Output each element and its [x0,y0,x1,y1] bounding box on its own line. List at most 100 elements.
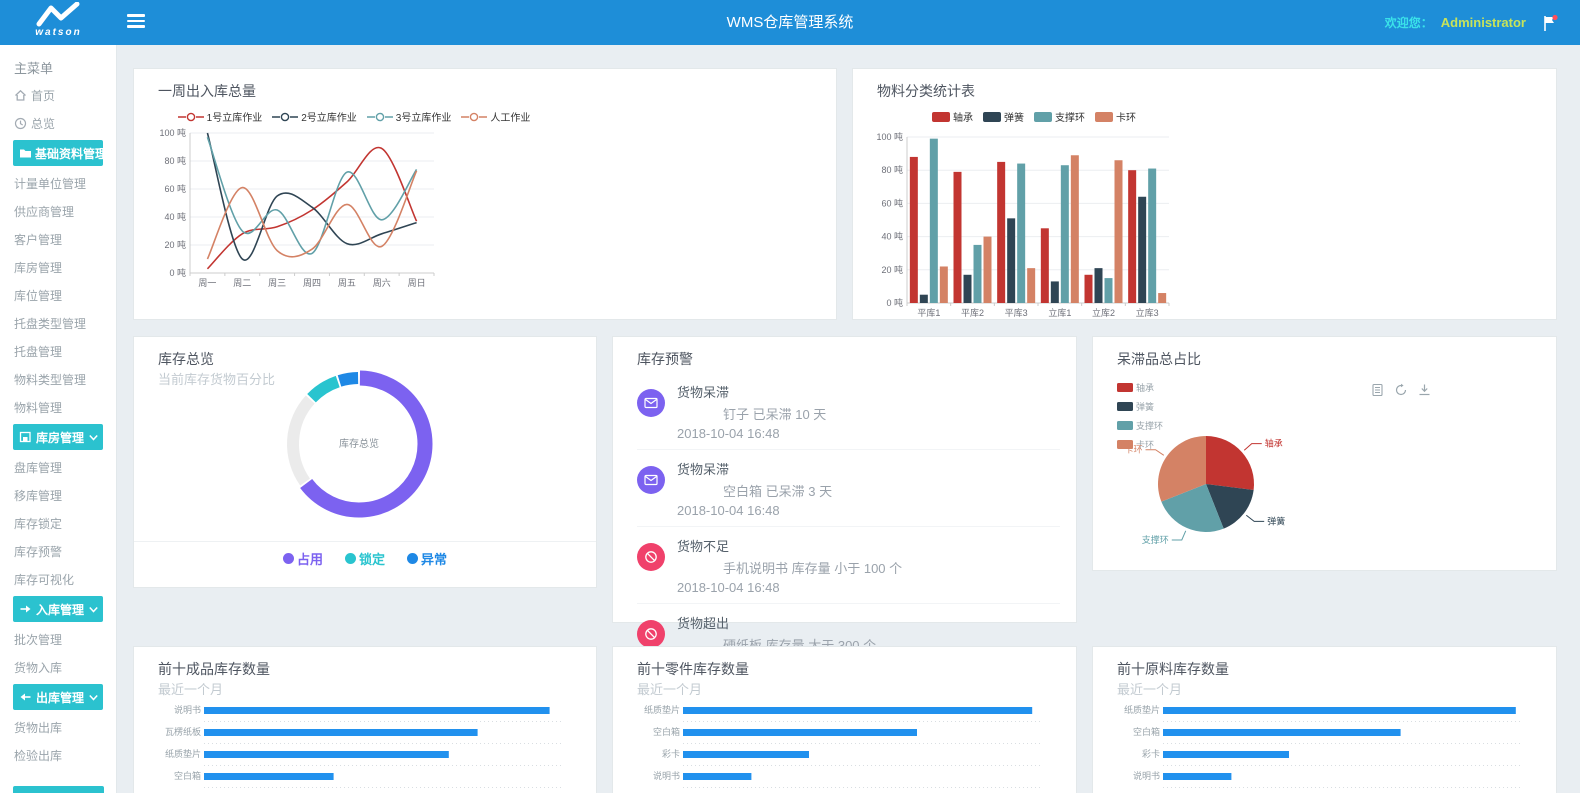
svg-text:彩卡: 彩卡 [1142,748,1160,759]
legend-item-占用[interactable]: 占用 [283,549,323,568]
legend-item-锁定[interactable]: 锁定 [345,549,385,568]
alerts-card-title: 库存预警 [637,349,693,369]
chevron-down-icon [88,693,99,702]
card-weekly-io: 一周出入库总量 1号立库作业2号立库作业3号立库作业人工作业 0 吨20 吨40… [133,68,837,320]
arrow-left-icon [19,691,33,703]
sidebar-item-partial[interactable] [13,786,104,793]
sidebar-item-物料类型管理[interactable]: 物料类型管理 [0,365,116,393]
overview-icon [14,117,28,130]
sidebar-item-货物出库[interactable]: 货物出库 [0,713,116,741]
sidebar-item-库位管理[interactable]: 库位管理 [0,281,116,309]
svg-text:100 吨: 100 吨 [159,127,186,138]
legend-item-轴承[interactable]: 轴承 [932,109,973,124]
stagnant-card-title: 呆滞品总占比 [1117,349,1201,369]
legend-item-异常[interactable]: 异常 [407,549,447,568]
alert-time: 2018-10-04 16:48 [677,426,1060,441]
menu-toggle-button[interactable] [127,14,145,31]
alert-time: 2018-10-04 16:48 [677,503,1060,518]
inventory-donut-chart: 库存总览 [274,367,444,537]
sidebar-item-label: 客户管理 [14,231,62,248]
app-root: watson WMS仓库管理系统 欢迎您： Administrator 主菜单 … [0,0,1580,793]
sidebar-item-首页[interactable]: 首页 [0,81,116,109]
sidebar-item-计量单位管理[interactable]: 计量单位管理 [0,169,116,197]
sidebar-item-库房管理[interactable]: 库房管理 [0,253,116,281]
svg-text:80 吨: 80 吨 [881,164,903,175]
sidebar-item-label: 库位管理 [14,287,62,304]
logo[interactable]: watson [0,0,117,45]
legend-item-3号立库作业[interactable]: 3号立库作业 [367,109,452,124]
sidebar-item-货物入库[interactable]: 货物入库 [0,653,116,681]
finished-card-title: 前十成品库存数量 [158,659,270,679]
chevron-down-icon [88,433,99,442]
sidebar-item-库存预警[interactable]: 库存预警 [0,537,116,565]
raw-card-title: 前十原料库存数量 [1117,659,1229,679]
raw-hbar-chart: 纸质垫片空白箱彩卡说明书 [1105,695,1545,793]
sidebar-item-label: 基础资料管理 [35,145,107,162]
legend-item-卡环[interactable]: 卡环 [1095,109,1136,124]
svg-text:20 吨: 20 吨 [881,264,903,275]
app-header: watson WMS仓库管理系统 欢迎您： Administrator [0,0,1580,45]
card-inventory-overview: 库存总览 当前库存货物百分比 库存总览 占用锁定异常 [133,336,597,588]
sidebar-item-移库管理[interactable]: 移库管理 [0,481,116,509]
legend-item-1号立库作业[interactable]: 1号立库作业 [178,109,263,124]
svg-text:空白箱: 空白箱 [174,770,201,781]
alert-desc: 钉子 已呆滞 10 天 [723,404,1060,423]
restore-icon[interactable] [1394,383,1408,397]
svg-text:立库2: 立库2 [1092,307,1115,318]
svg-text:平库1: 平库1 [917,307,940,318]
svg-text:纸质垫片: 纸质垫片 [1124,704,1160,715]
card-top-finished: 前十成品库存数量 最近一个月 说明书瓦楞纸板纸质垫片空白箱 [133,646,597,793]
sidebar-item-供应商管理[interactable]: 供应商管理 [0,197,116,225]
notification-flag-icon[interactable] [1542,14,1558,32]
material-chart-legend: 轴承弹簧支撑环卡环 [869,109,1199,124]
legend-item-弹簧[interactable]: 弹簧 [983,109,1024,124]
warning-icon [637,620,665,648]
data-view-icon[interactable] [1371,383,1384,397]
sidebar-item-label: 托盘类型管理 [14,315,86,332]
sidebar-item-客户管理[interactable]: 客户管理 [0,225,116,253]
sidebar: 主菜单 首页总览基础资料管理计量单位管理供应商管理客户管理库房管理库位管理托盘类… [0,45,117,793]
svg-text:40 吨: 40 吨 [164,211,186,222]
svg-text:100 吨: 100 吨 [876,131,903,142]
svg-text:60 吨: 60 吨 [881,197,903,208]
chart-toolbox [1371,383,1431,397]
sidebar-item-托盘类型管理[interactable]: 托盘类型管理 [0,309,116,337]
sidebar-item-批次管理[interactable]: 批次管理 [0,625,116,653]
svg-text:立库3: 立库3 [1136,307,1159,318]
legend-item-轴承[interactable]: 轴承 [1117,381,1163,394]
alert-desc: 手机说明书 库存量 小于 100 个 [723,558,1060,577]
sidebar-item-label: 检验出库 [14,747,62,764]
sidebar-item-总览[interactable]: 总览 [0,109,116,137]
svg-text:轴承: 轴承 [1265,438,1283,449]
alert-title: 货物超出 [677,613,1060,632]
alert-item: 货物呆滞空白箱 已呆滞 3 天2018-10-04 16:48 [637,450,1060,527]
sidebar-item-库存可视化[interactable]: 库存可视化 [0,565,116,593]
sidebar-item-label: 盘库管理 [14,459,62,476]
sidebar-item-基础资料管理[interactable]: 基础资料管理 [13,140,103,166]
legend-item-2号立库作业[interactable]: 2号立库作业 [272,109,357,124]
sidebar-item-检验出库[interactable]: 检验出库 [0,741,116,769]
sidebar-item-物料管理[interactable]: 物料管理 [0,393,116,421]
sidebar-item-label: 总览 [31,115,55,132]
svg-text:说明书: 说明书 [653,770,680,781]
sidebar-item-库存锁定[interactable]: 库存锁定 [0,509,116,537]
arrow-right-icon [19,603,33,615]
sidebar-item-label: 货物入库 [14,659,62,676]
svg-text:周日: 周日 [408,278,426,288]
sidebar-item-库房管理[interactable]: 库房管理 [13,424,103,450]
sidebar-item-托盘管理[interactable]: 托盘管理 [0,337,116,365]
svg-text:说明书: 说明书 [174,704,201,715]
download-icon[interactable] [1418,383,1431,397]
svg-text:空白箱: 空白箱 [653,726,680,737]
legend-item-人工作业[interactable]: 人工作业 [461,109,530,124]
card-inventory-alerts: 库存预警 货物呆滞钉子 已呆滞 10 天2018-10-04 16:48货物呆滞… [612,336,1077,623]
sidebar-item-label: 库存可视化 [14,571,74,588]
card-top-raw: 前十原料库存数量 最近一个月 纸质垫片空白箱彩卡说明书 [1092,646,1557,793]
sidebar-item-入库管理[interactable]: 入库管理 [13,596,103,622]
alert-desc: 空白箱 已呆滞 3 天 [723,481,1060,500]
sidebar-item-盘库管理[interactable]: 盘库管理 [0,453,116,481]
sidebar-item-出库管理[interactable]: 出库管理 [13,684,103,710]
svg-text:支撑环: 支撑环 [1142,534,1169,545]
legend-item-支撑环[interactable]: 支撑环 [1034,109,1085,124]
divider [134,541,596,542]
